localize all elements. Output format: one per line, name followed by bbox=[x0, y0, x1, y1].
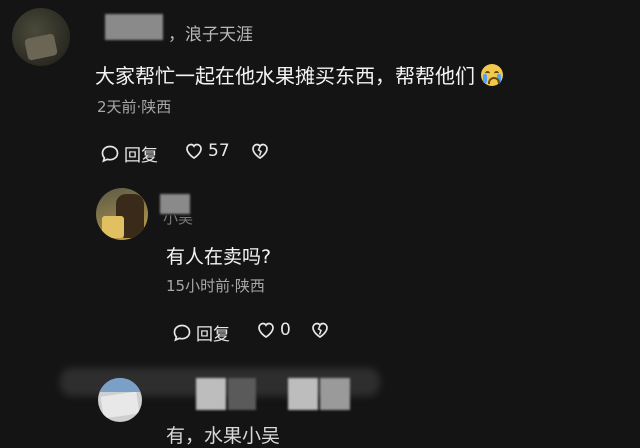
comment-text: 有人在卖吗? bbox=[166, 246, 272, 268]
comment-meta: 2天前·陕西 bbox=[97, 98, 172, 116]
redacted-username bbox=[228, 378, 256, 410]
redacted-username bbox=[320, 378, 350, 410]
broken-heart-icon bbox=[252, 143, 268, 159]
broken-heart-icon bbox=[312, 322, 328, 338]
reply-label: 回复 bbox=[196, 325, 230, 345]
comment-author[interactable]: ，浪子天涯 bbox=[168, 20, 253, 45]
comment-text: 有，水果小吴 bbox=[166, 425, 281, 447]
avatar[interactable] bbox=[98, 378, 142, 422]
crying-face-icon bbox=[481, 64, 503, 86]
speech-bubble-icon bbox=[101, 145, 119, 163]
like-button[interactable]: 0 bbox=[256, 320, 291, 340]
heart-icon bbox=[186, 143, 202, 159]
like-count: 0 bbox=[280, 320, 291, 340]
reply-label: 回复 bbox=[124, 146, 158, 166]
dislike-button[interactable] bbox=[310, 320, 330, 340]
reply-button[interactable]: 回复 bbox=[100, 141, 158, 166]
redacted-username bbox=[105, 14, 163, 40]
heart-icon bbox=[258, 322, 274, 338]
like-button[interactable]: 57 bbox=[184, 141, 230, 161]
reply-button[interactable]: 回复 bbox=[172, 320, 230, 345]
comment-meta: 15小时前·陕西 bbox=[166, 277, 265, 295]
dislike-button[interactable] bbox=[250, 141, 270, 161]
speech-bubble-icon bbox=[173, 324, 191, 342]
like-count: 57 bbox=[208, 141, 230, 161]
redacted-username bbox=[196, 378, 226, 410]
redacted-username bbox=[288, 378, 318, 410]
comment-text: 大家帮忙一起在他水果摊买东西，帮帮他们 bbox=[95, 60, 503, 89]
avatar[interactable] bbox=[12, 8, 70, 66]
redacted-username bbox=[160, 194, 190, 214]
avatar[interactable] bbox=[96, 188, 148, 240]
